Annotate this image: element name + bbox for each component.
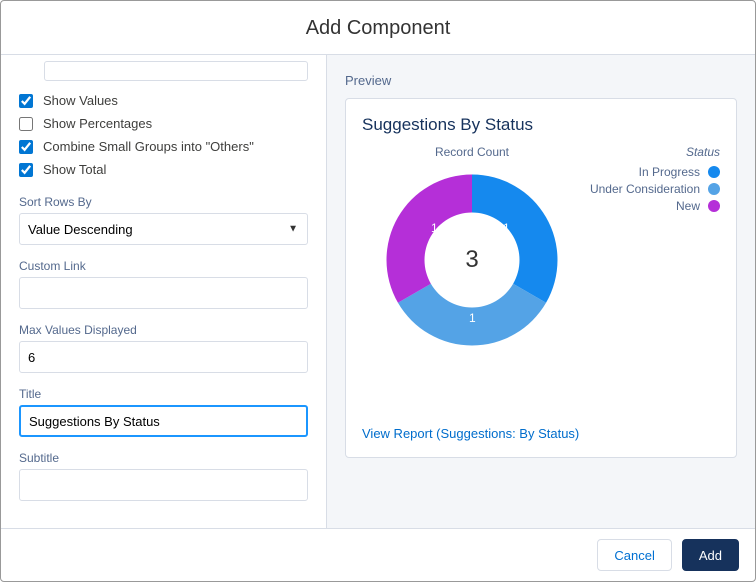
add-button[interactable]: Add — [682, 539, 739, 571]
chart-title: Suggestions By Status — [362, 115, 720, 135]
slice-label-under-consideration: 1 — [469, 311, 476, 325]
combine-small-checkbox-row[interactable]: Combine Small Groups into "Others" — [19, 139, 308, 154]
title-input[interactable] — [19, 405, 308, 437]
chart-legend: Status In Progress Under Consideration N… — [582, 145, 720, 426]
legend-label: New — [676, 199, 700, 213]
cancel-button[interactable]: Cancel — [597, 539, 671, 571]
title-label: Title — [19, 387, 308, 401]
slice-label-in-progress: 1 — [503, 221, 510, 235]
legend-item-new: New — [582, 199, 720, 213]
show-total-checkbox-row[interactable]: Show Total — [19, 162, 308, 177]
custom-link-label: Custom Link — [19, 259, 308, 273]
subtitle-label: Subtitle — [19, 451, 308, 465]
donut-chart: 3 1 1 1 — [377, 165, 567, 355]
dialog-title: Add Component — [1, 17, 755, 40]
legend-item-under-consideration: Under Consideration — [582, 182, 720, 196]
slice-label-new: 1 — [431, 221, 438, 235]
preview-label: Preview — [345, 73, 737, 88]
custom-link-input[interactable] — [19, 277, 308, 309]
subtitle-input[interactable] — [19, 469, 308, 501]
legend-label: Under Consideration — [590, 182, 700, 196]
view-report-link[interactable]: View Report (Suggestions: By Status) — [362, 426, 720, 441]
dialog-footer: Cancel Add — [1, 528, 755, 581]
show-percentages-checkbox[interactable] — [19, 117, 33, 131]
chart-area: Record Count 3 1 1 1 — [362, 145, 582, 426]
show-percentages-checkbox-row[interactable]: Show Percentages — [19, 116, 308, 131]
show-values-checkbox-row[interactable]: Show Values — [19, 93, 308, 108]
combine-small-checkbox[interactable] — [19, 140, 33, 154]
chart-total: 3 — [465, 246, 478, 274]
config-panel: Show Values Show Percentages Combine Sma… — [1, 55, 327, 528]
show-percentages-label: Show Percentages — [43, 116, 152, 131]
legend-swatch-icon — [708, 183, 720, 195]
dialog-body: Show Values Show Percentages Combine Sma… — [1, 55, 755, 528]
show-total-checkbox[interactable] — [19, 163, 33, 177]
slice-new — [387, 175, 472, 303]
show-values-checkbox[interactable] — [19, 94, 33, 108]
legend-title: Status — [582, 145, 720, 159]
legend-label: In Progress — [639, 165, 700, 179]
combine-small-label: Combine Small Groups into "Others" — [43, 139, 254, 154]
legend-swatch-icon — [708, 166, 720, 178]
sort-rows-select[interactable]: Value Descending — [19, 213, 308, 245]
legend-swatch-icon — [708, 200, 720, 212]
show-total-label: Show Total — [43, 162, 106, 177]
preview-card: Suggestions By Status Record Count 3 1 1 — [345, 98, 737, 458]
sort-rows-label: Sort Rows By — [19, 195, 308, 209]
max-values-label: Max Values Displayed — [19, 323, 308, 337]
max-values-input[interactable] — [19, 341, 308, 373]
record-count-label: Record Count — [435, 145, 509, 159]
show-values-label: Show Values — [43, 93, 118, 108]
collapsed-field[interactable] — [44, 61, 308, 81]
preview-panel: Preview Suggestions By Status Record Cou… — [327, 55, 755, 528]
legend-item-in-progress: In Progress — [582, 165, 720, 179]
slice-in-progress — [472, 175, 557, 303]
dialog-header: Add Component — [1, 1, 755, 55]
